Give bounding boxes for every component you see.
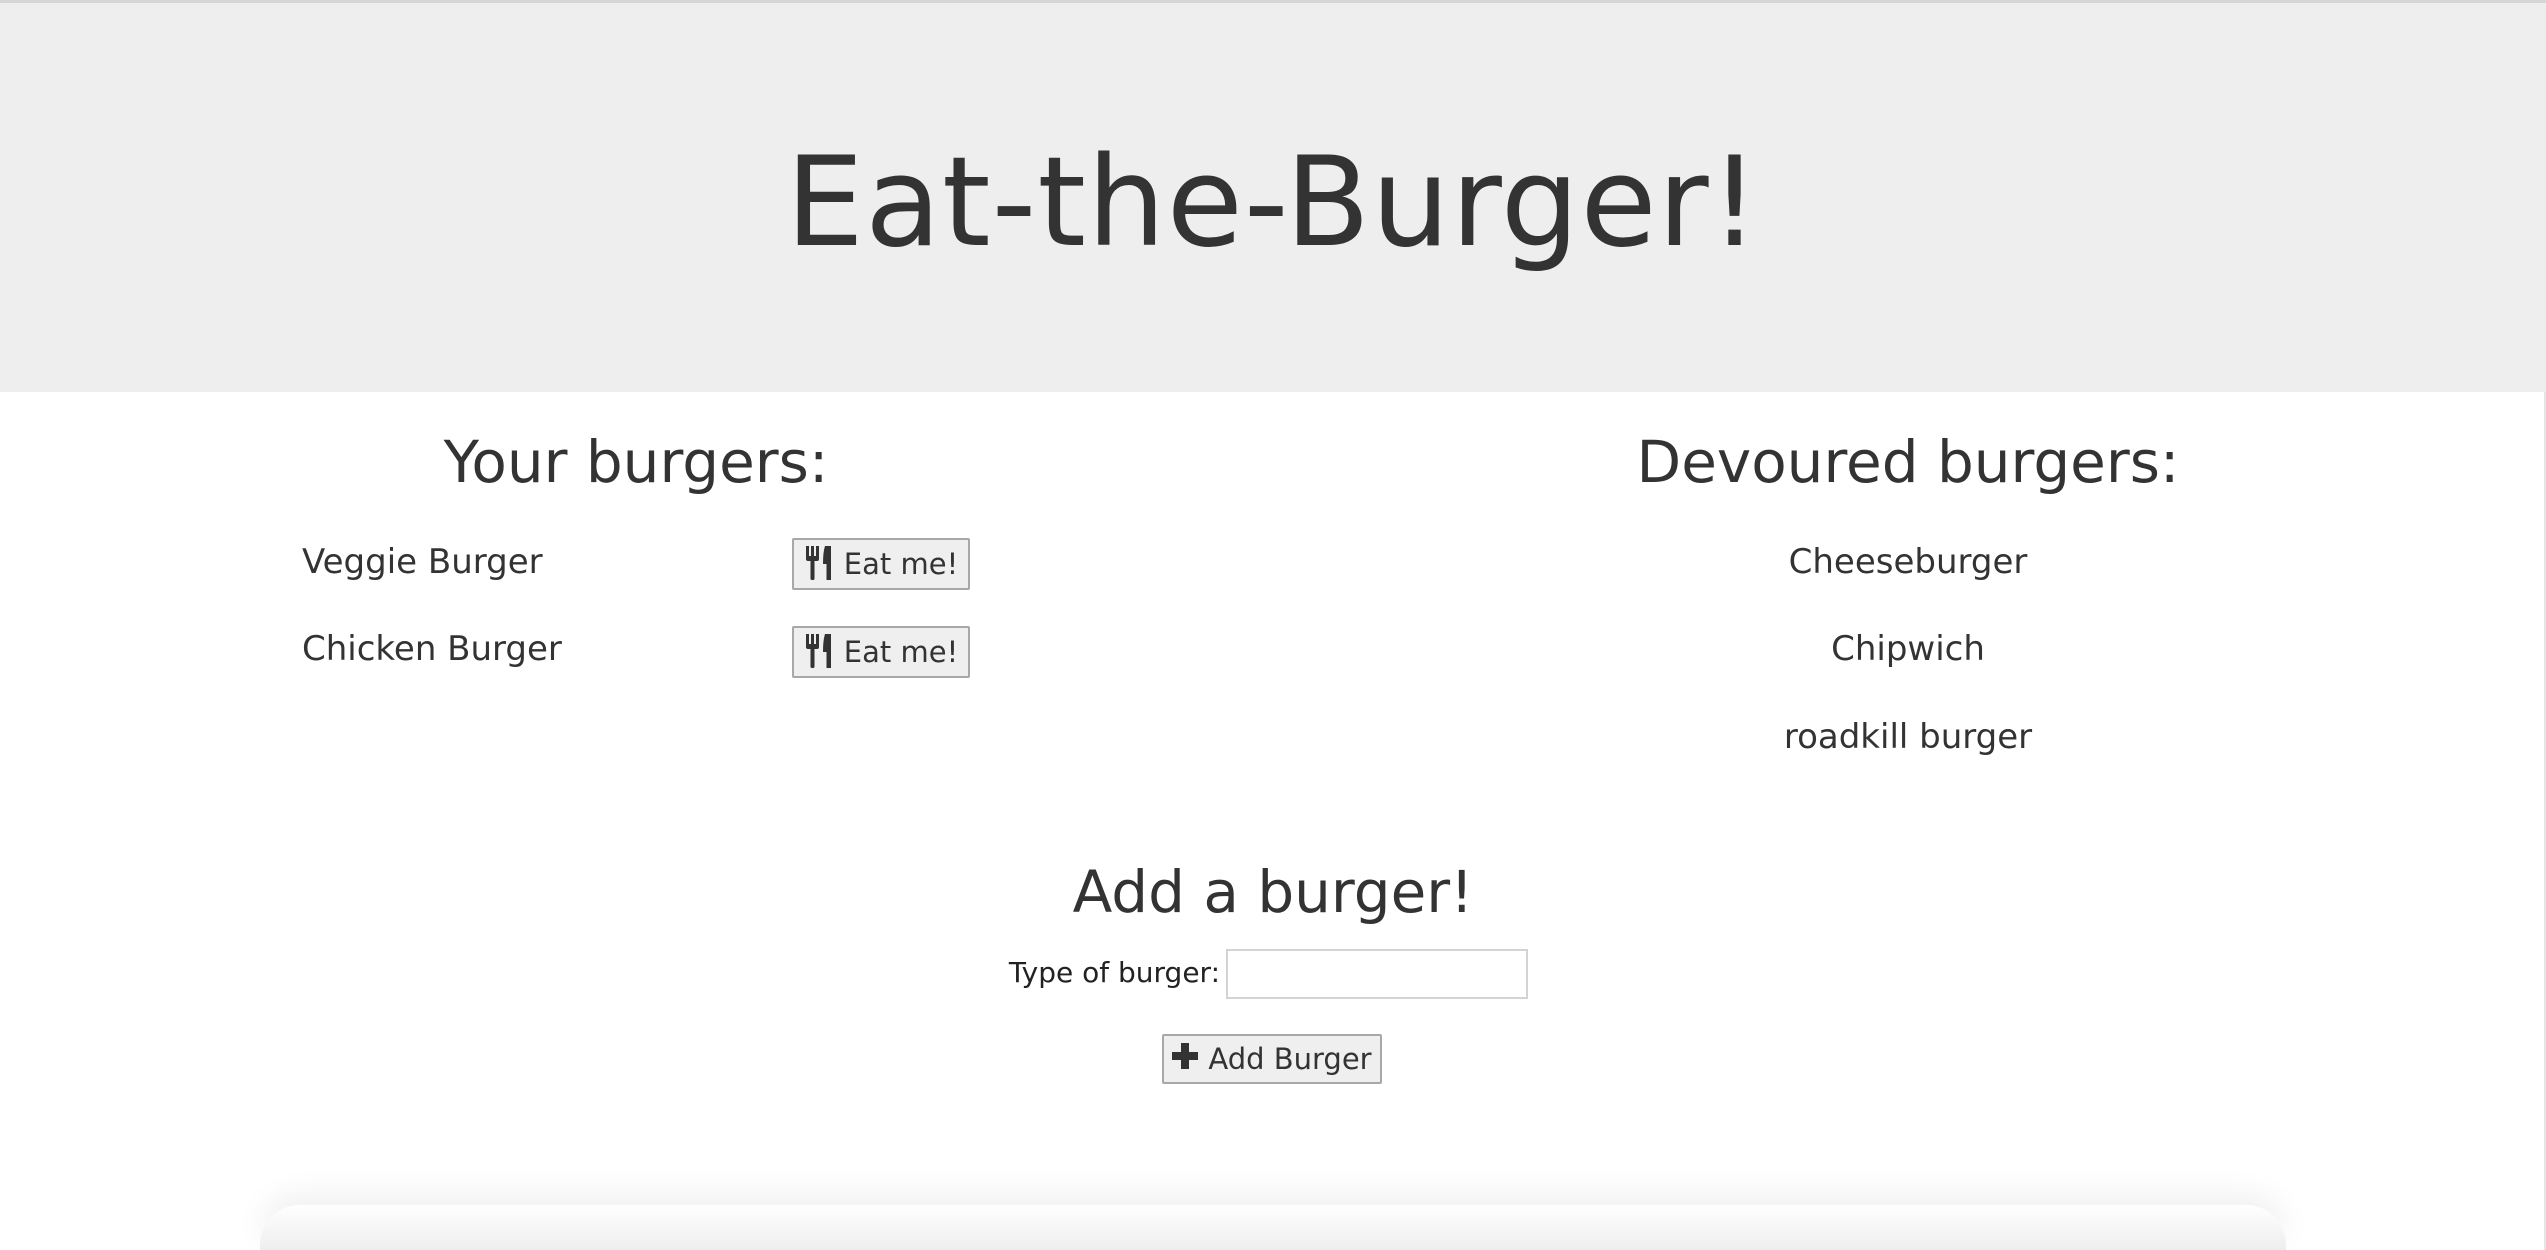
burger-type-input[interactable] (1226, 949, 1528, 999)
burger-name-veggie: Veggie Burger (302, 542, 543, 582)
footer-edge (260, 1205, 2286, 1250)
page-title: Eat-the-Burger! (785, 131, 1761, 275)
devoured-item-cheeseburger: Cheeseburger (1788, 542, 2028, 582)
devoured-item-roadkill: roadkill burger (1783, 717, 2033, 757)
add-burger-button-label: Add Burger (1208, 1042, 1372, 1076)
cutlery-icon (804, 634, 838, 670)
devoured-item-chipwich: Chipwich (1831, 629, 1985, 669)
eat-button-chicken[interactable]: Eat me! (792, 626, 970, 678)
add-burger-button[interactable]: Add Burger (1162, 1034, 1382, 1084)
your-burgers-heading: Your burgers: (443, 428, 829, 496)
eat-button-label: Eat me! (843, 635, 959, 669)
eat-button-veggie[interactable]: Eat me! (792, 538, 970, 590)
header-banner: Eat-the-Burger! (0, 3, 2546, 392)
eat-button-label: Eat me! (843, 547, 959, 581)
burger-type-label: Type of burger: (1008, 956, 1220, 989)
cutlery-icon (804, 546, 838, 582)
plus-icon (1172, 1042, 1199, 1076)
add-burger-heading: Add a burger! (1072, 858, 1474, 926)
devoured-burgers-heading: Devoured burgers: (1636, 428, 2180, 496)
burger-name-chicken: Chicken Burger (302, 629, 562, 669)
